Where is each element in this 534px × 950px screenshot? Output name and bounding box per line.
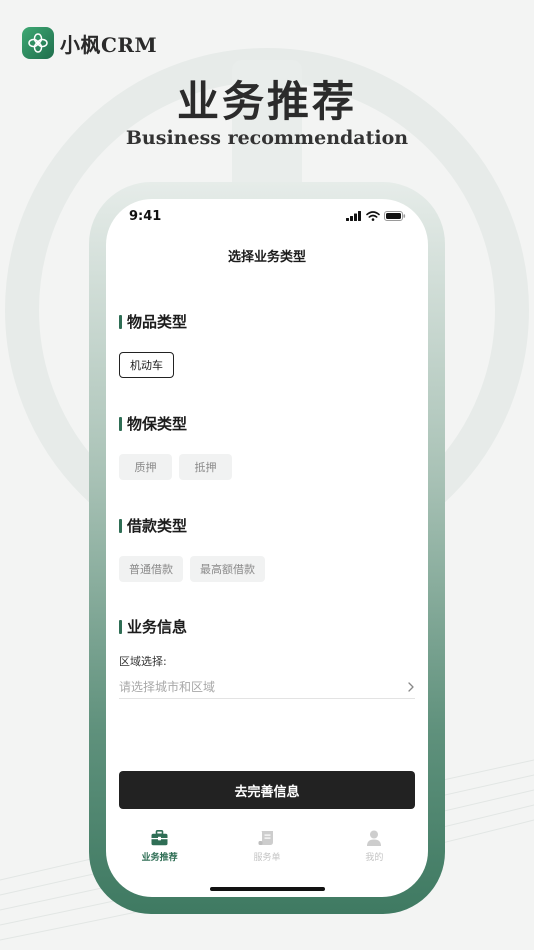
section-accent-bar: [119, 416, 122, 431]
section-title: 业务信息: [127, 618, 188, 636]
cellular-signal-icon: [346, 211, 361, 221]
option-ordinary-loan[interactable]: 普通借款: [119, 556, 183, 582]
option-motor-vehicle[interactable]: 机动车: [119, 352, 174, 378]
option-mortgage[interactable]: 抵押: [179, 454, 232, 480]
briefcase-icon: [151, 829, 169, 847]
wifi-icon: [366, 211, 380, 221]
option-group: 质押 抵押: [119, 454, 415, 480]
section-header: 物品类型: [119, 311, 415, 332]
tab-bar: 业务推荐 服务单 我的: [106, 829, 428, 869]
tab-label: 我的: [365, 853, 384, 863]
tab-mine[interactable]: 我的: [321, 829, 428, 869]
status-bar: 9:41: [106, 199, 428, 237]
brand: 小枫CRM: [22, 27, 157, 59]
section-accent-bar: [119, 314, 122, 329]
option-pledge[interactable]: 质押: [119, 454, 172, 480]
section-header: 业务信息: [119, 616, 415, 637]
section-header: 物保类型: [119, 413, 415, 434]
tab-service-orders[interactable]: 服务单: [213, 829, 320, 869]
option-group: 机动车: [119, 352, 415, 378]
status-time: 9:41: [129, 209, 162, 224]
scroll-icon: [258, 829, 276, 847]
nav-title: 选择业务类型: [227, 250, 306, 265]
option-max-amount-loan[interactable]: 最高额借款: [190, 556, 265, 582]
section-header: 借款类型: [119, 515, 415, 536]
hero-subtitle: Business recommendation: [125, 127, 409, 149]
section-collateral-type: 物保类型 质押 抵押: [119, 413, 415, 480]
tab-label: 服务单: [253, 853, 281, 863]
option-group: 普通借款 最高额借款: [119, 556, 415, 582]
chevron-right-icon: [408, 681, 414, 692]
status-icons: [346, 211, 406, 221]
section-item-type: 物品类型 机动车: [119, 311, 415, 378]
brand-name: 小枫CRM: [60, 32, 158, 57]
region-selector[interactable]: 请选择城市和区域: [119, 675, 415, 699]
section-accent-bar: [119, 518, 122, 533]
phone-screen: 9:41 选择业务类型 物品类型 机动车 物保类型 质押 抵押 借款类型 普通借…: [106, 199, 428, 897]
phone-frame: 9:41 选择业务类型 物品类型 机动车 物保类型 质押 抵押 借款类型 普通借…: [89, 182, 445, 914]
tab-label: 业务推荐: [141, 853, 178, 863]
home-indicator: [210, 887, 325, 891]
region-placeholder: 请选择城市和区域: [119, 680, 216, 694]
section-business-info: 业务信息 区域选择: 请选择城市和区域: [119, 616, 415, 699]
person-icon: [365, 829, 383, 847]
battery-icon: [384, 211, 406, 221]
tab-business-recommend[interactable]: 业务推荐: [106, 829, 213, 869]
section-accent-bar: [119, 619, 122, 634]
section-title: 物保类型: [127, 415, 188, 433]
section-loan-type: 借款类型 普通借款 最高额借款: [119, 515, 415, 582]
section-title: 物品类型: [127, 313, 188, 331]
hero-title: 业务推荐: [176, 77, 357, 126]
section-title: 借款类型: [127, 517, 188, 535]
complete-info-button[interactable]: 去完善信息: [119, 771, 415, 809]
region-label: 区域选择:: [119, 655, 167, 668]
clover-leaf-icon: [22, 27, 54, 59]
